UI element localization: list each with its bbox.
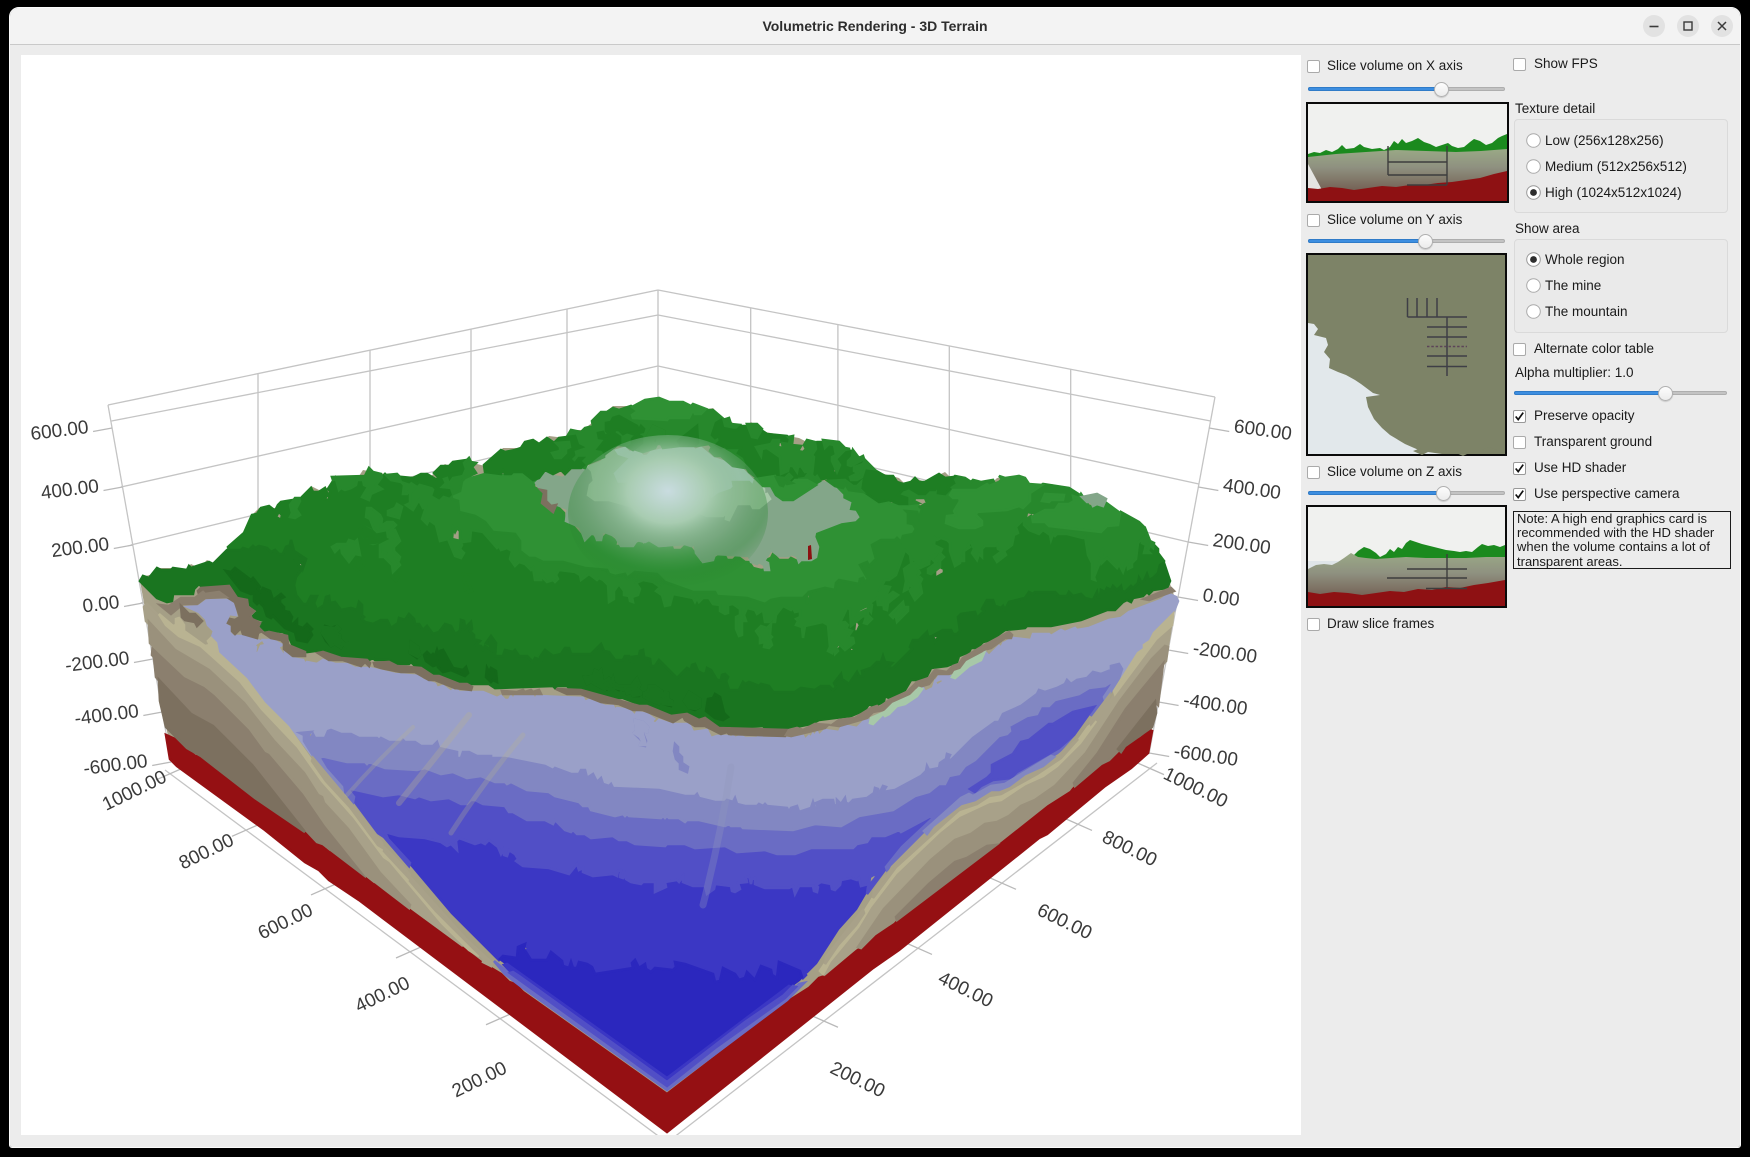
svg-text:400.00: 400.00 xyxy=(935,968,996,1012)
svg-text:-400.00: -400.00 xyxy=(1182,690,1249,720)
svg-text:400.00: 400.00 xyxy=(40,476,100,504)
svg-text:0.00: 0.00 xyxy=(1201,585,1241,611)
svg-text:1000.00: 1000.00 xyxy=(1160,764,1231,813)
svg-text:-600.00: -600.00 xyxy=(1172,741,1239,771)
svg-text:600.00: 600.00 xyxy=(1233,416,1293,445)
svg-text:-200.00: -200.00 xyxy=(1192,638,1259,668)
svg-text:-400.00: -400.00 xyxy=(73,701,140,730)
svg-text:400.00: 400.00 xyxy=(1222,475,1282,504)
svg-text:200.00: 200.00 xyxy=(449,1058,510,1102)
svg-text:-200.00: -200.00 xyxy=(64,648,131,677)
svg-text:600.00: 600.00 xyxy=(1034,900,1095,944)
svg-text:0.00: 0.00 xyxy=(81,592,120,617)
svg-text:200.00: 200.00 xyxy=(50,534,110,562)
svg-text:800.00: 800.00 xyxy=(1099,827,1160,871)
svg-text:600.00: 600.00 xyxy=(29,417,89,445)
svg-text:-600.00: -600.00 xyxy=(82,751,149,780)
svg-text:200.00: 200.00 xyxy=(827,1058,888,1102)
svg-text:600.00: 600.00 xyxy=(255,900,316,944)
svg-text:400.00: 400.00 xyxy=(352,973,413,1017)
svg-text:800.00: 800.00 xyxy=(176,830,237,874)
svg-text:200.00: 200.00 xyxy=(1211,530,1271,559)
